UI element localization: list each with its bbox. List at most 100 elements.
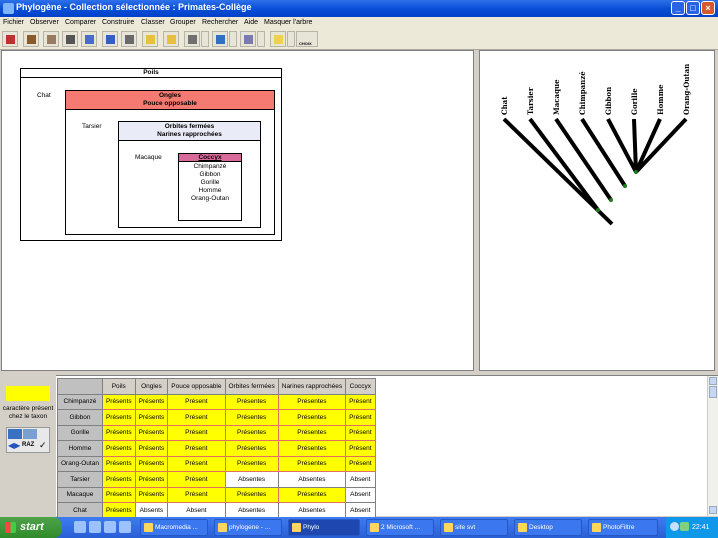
table-cell[interactable]: Présents: [134, 486, 169, 503]
screen-icon[interactable]: [23, 429, 37, 439]
table-cell[interactable]: Absents: [134, 502, 169, 519]
scroll-up-arrow[interactable]: [709, 377, 717, 385]
check-icon[interactable]: ✓: [39, 440, 47, 451]
taskbar-button[interactable]: 2 Microsoft ...: [366, 519, 434, 536]
column-header[interactable]: Ongles: [134, 378, 169, 395]
taskbar-button[interactable]: Desktop: [514, 519, 582, 536]
vertical-scrollbar[interactable]: [707, 376, 718, 516]
shape-icon[interactable]: [270, 31, 286, 47]
tools-icon[interactable]: [240, 31, 256, 47]
row-header[interactable]: Chimpanzé: [57, 393, 103, 410]
table-cell[interactable]: Absentes: [277, 471, 347, 488]
table-cell[interactable]: Absent: [345, 486, 376, 503]
row-header[interactable]: Tarsier: [57, 471, 103, 488]
table-cell[interactable]: Absentes: [277, 502, 347, 519]
table-cell[interactable]: Présentes: [277, 393, 347, 410]
table-cell[interactable]: Présent: [345, 455, 376, 472]
animal-icon[interactable]: [23, 31, 39, 47]
table-cell[interactable]: Présent: [167, 393, 226, 410]
scroll-down-arrow[interactable]: [709, 506, 717, 514]
table-cell[interactable]: Présent: [345, 424, 376, 441]
table-cell[interactable]: Présents: [101, 393, 136, 410]
calculator-icon[interactable]: [8, 429, 22, 439]
table-cell[interactable]: Présentes: [277, 409, 347, 426]
raz-button[interactable]: RAZ: [22, 442, 34, 448]
table-cell[interactable]: Présentes: [224, 409, 279, 426]
row-header[interactable]: Gibbon: [57, 409, 103, 426]
ie-icon[interactable]: [89, 521, 101, 533]
row-header[interactable]: Homme: [57, 440, 103, 457]
table-cell[interactable]: Présents: [101, 471, 136, 488]
table-cell[interactable]: Présent: [167, 486, 226, 503]
skeleton-icon[interactable]: [43, 31, 59, 47]
table-cell[interactable]: Présents: [134, 424, 169, 441]
export-icon[interactable]: [212, 31, 228, 47]
tree-panel[interactable]: Chat Tarsier Macaque Chimpanzé Gibbon Go…: [479, 50, 715, 371]
column-header[interactable]: Pouce opposable: [167, 378, 226, 395]
menu-comparer[interactable]: Comparer: [65, 17, 96, 28]
table-cell[interactable]: Présentes: [277, 455, 347, 472]
column-header[interactable]: Orbites fermées: [224, 378, 279, 395]
table-cell[interactable]: Présents: [101, 424, 136, 441]
table-cell[interactable]: Présents: [134, 440, 169, 457]
table-cell[interactable]: Présent: [167, 471, 226, 488]
close-button[interactable]: ×: [701, 1, 715, 15]
table-cell[interactable]: Présentes: [224, 440, 279, 457]
volume-icon[interactable]: [670, 522, 679, 531]
table-cell[interactable]: Présents: [134, 471, 169, 488]
desktop-icon[interactable]: [74, 521, 86, 533]
table-cell[interactable]: Présentes: [277, 440, 347, 457]
chevron-down-icon[interactable]: [201, 31, 209, 47]
taskbar-button[interactable]: site svt: [440, 519, 508, 536]
table-cell[interactable]: Présent: [345, 393, 376, 410]
menu-observer[interactable]: Observer: [30, 17, 59, 28]
table-cell[interactable]: Absent: [345, 471, 376, 488]
menu-aide[interactable]: Aide: [244, 17, 258, 28]
column-header[interactable]: Poils: [101, 378, 136, 395]
table-cell[interactable]: Présents: [101, 455, 136, 472]
table-cell[interactable]: Présents: [134, 393, 169, 410]
menu-fichier[interactable]: Fichier: [3, 17, 24, 28]
menu-rechercher[interactable]: Rechercher: [202, 17, 238, 28]
grid-icon[interactable]: [62, 31, 78, 47]
dna-icon[interactable]: [2, 31, 18, 47]
chevron-down-icon[interactable]: [257, 31, 265, 47]
column-header[interactable]: Narines rapprochées: [277, 378, 347, 395]
table-cell[interactable]: Présents: [101, 440, 136, 457]
table-cell[interactable]: Absent: [167, 502, 226, 519]
row-header[interactable]: Macaque: [57, 486, 103, 503]
menu-grouper[interactable]: Grouper: [170, 17, 196, 28]
chevron-down-icon[interactable]: [287, 31, 295, 47]
table-cell[interactable]: Présentes: [224, 486, 279, 503]
maximize-button[interactable]: □: [686, 1, 700, 15]
menu-classer[interactable]: Classer: [141, 17, 165, 28]
choix-button[interactable]: CHOIX: [296, 31, 318, 47]
table-cell[interactable]: Présent: [167, 455, 226, 472]
taskbar-button[interactable]: PhotoFiltre: [588, 519, 658, 536]
classification-panel[interactable]: Poils Chat Ongles Pouce opposable Tarsie…: [1, 50, 474, 371]
table-cell[interactable]: Présents: [101, 502, 136, 519]
table-cell[interactable]: Présent: [345, 440, 376, 457]
column-header[interactable]: Coccyx: [345, 378, 376, 395]
table-cell[interactable]: Absentes: [224, 502, 279, 519]
table-cell[interactable]: Présent: [167, 409, 226, 426]
start-button[interactable]: start: [0, 517, 62, 538]
folder-icon[interactable]: [142, 31, 158, 47]
media-icon[interactable]: [104, 521, 116, 533]
taskbar-button[interactable]: Phylo: [288, 519, 360, 536]
table-cell[interactable]: Absent: [345, 502, 376, 519]
menu-construire[interactable]: Construire: [102, 17, 134, 28]
table-cell[interactable]: Présentes: [224, 424, 279, 441]
scroll-thumb[interactable]: [709, 386, 717, 398]
arrows-icon[interactable]: ◀▶: [8, 441, 20, 451]
table-cell[interactable]: Présentes: [277, 486, 347, 503]
table-cell[interactable]: Présentes: [277, 424, 347, 441]
outlook-icon[interactable]: [119, 521, 131, 533]
taskbar-button[interactable]: phylogene - ...: [214, 519, 282, 536]
list-icon[interactable]: [121, 31, 137, 47]
printer-icon[interactable]: [184, 31, 200, 47]
row-header[interactable]: Chat: [57, 502, 103, 519]
book-icon[interactable]: [81, 31, 97, 47]
table-cell[interactable]: Présent: [345, 409, 376, 426]
table-cell[interactable]: Présents: [134, 455, 169, 472]
